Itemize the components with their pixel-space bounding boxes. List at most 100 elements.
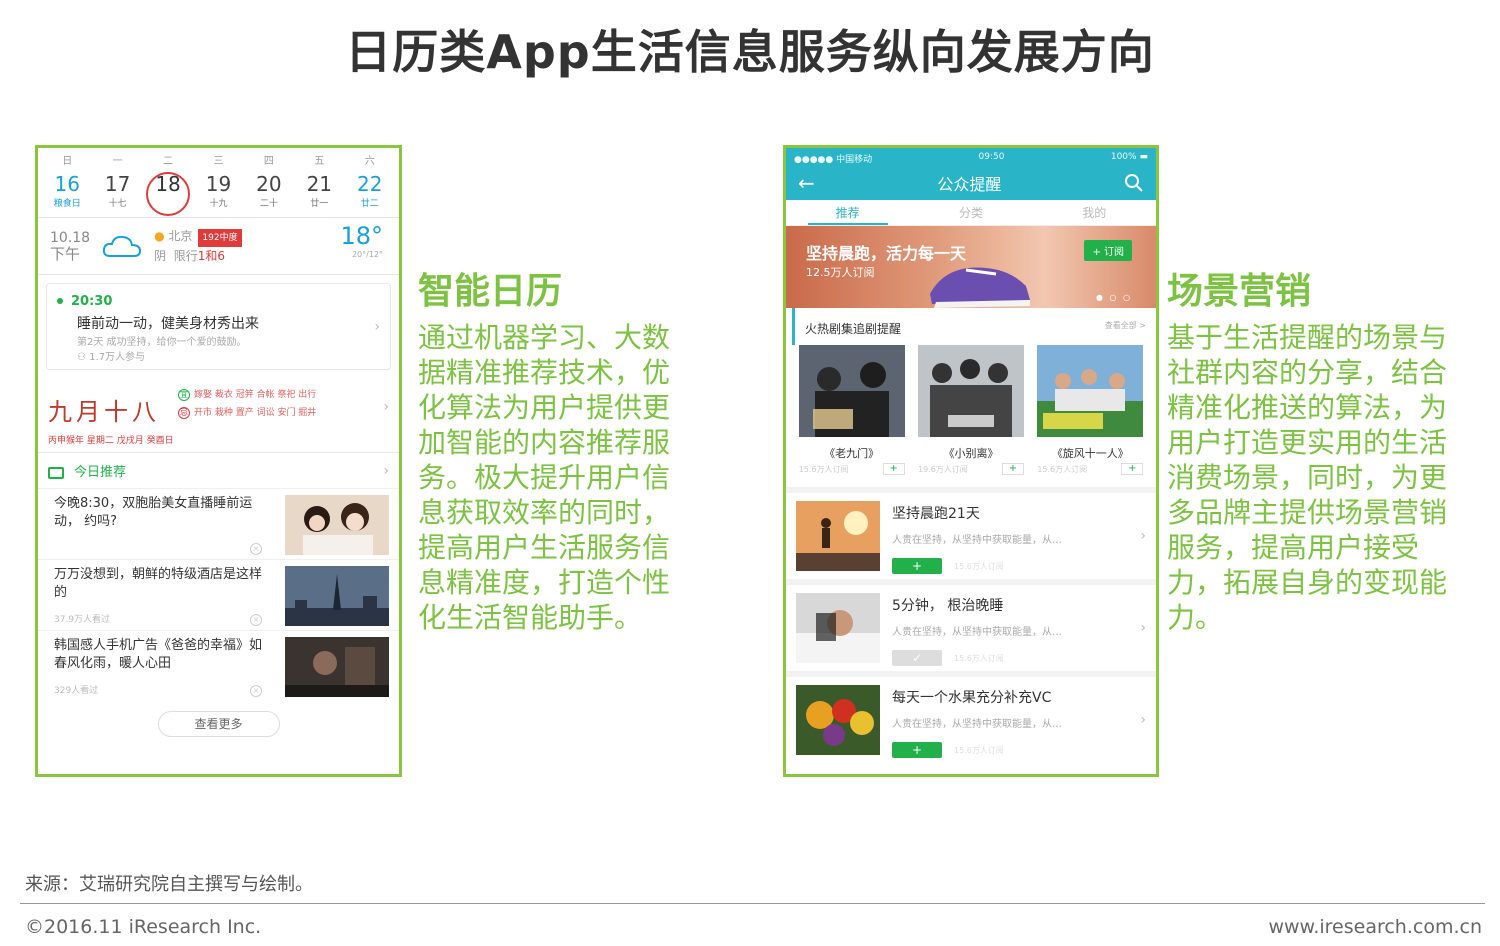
weekday-label: 六 — [364, 156, 375, 167]
carrier-label: ●●●●● 中国移动 — [794, 155, 873, 165]
calendar-day-today[interactable]: 二 18 — [146, 152, 191, 216]
feed-title: 坚持晨跑21天 — [892, 506, 980, 522]
poster-name: 《旋风十一人》 — [1051, 447, 1129, 460]
section-header: 火热剧集追剧提醒 查看全部 > — [792, 308, 1156, 345]
weekday-label: 四 — [263, 156, 274, 167]
back-arrow-icon[interactable]: ← — [798, 171, 815, 195]
weekday-label: 五 — [314, 156, 325, 167]
feed-image — [796, 593, 880, 663]
list-item[interactable]: 今晚8:30，双胞胎美女直播睡前运动， 约吗? × — [38, 488, 399, 559]
week-calendar-strip: 日 16 粮食日 一 17 十七 二 18 三 19 十九 四 20 二十 五 21 廿一 六 22 廿二 — [38, 148, 399, 216]
recommend-title: 万万没想到，朝鲜的特级酒店是这样的 — [54, 567, 263, 600]
subscribe-button[interactable]: + 订阅 — [1084, 240, 1132, 261]
chevron-right-icon: › — [1140, 620, 1146, 636]
tab-recommend[interactable]: 推荐 — [807, 200, 888, 225]
almanac-card[interactable]: 九月十八 宜嫁娶 裁衣 冠笄 合帐 祭祀 出行 忌开市 栽种 置产 词讼 安门 … — [38, 380, 399, 433]
recommend-title: 韩国感人手机广告《爸爸的幸福》如春风化雨，暖人心田 — [54, 638, 263, 671]
tab-mine[interactable]: 我的 — [1054, 200, 1134, 225]
list-item[interactable]: 韩国感人手机广告《爸爸的幸福》如春风化雨，暖人心田 329人看过 × — [38, 630, 399, 701]
subscribe-plus-button[interactable]: + — [892, 558, 942, 574]
recommend-count: 37.9万人看过 — [54, 615, 111, 625]
feed-count: 15.6万人订阅 — [954, 653, 1004, 663]
day-number: 17 — [104, 172, 131, 196]
drama-poster[interactable]: 《老九门》 15.6万人订阅 + — [798, 345, 905, 475]
nav-title: 公众提醒 — [937, 175, 1002, 194]
banner-subscribers: 12.5万人订阅 — [806, 266, 875, 279]
day-number: 19 — [205, 172, 232, 196]
status-dot — [57, 297, 63, 304]
restriction-label: 限行 — [173, 249, 198, 263]
reminder-time: 20:30 — [71, 294, 113, 309]
calendar-day[interactable]: 五 21 廿一 — [297, 152, 341, 209]
plus-icon[interactable]: + — [1001, 463, 1024, 475]
aqi-badge: 192中度 — [198, 229, 242, 247]
reminder-card[interactable]: 20:30 睡前动一动，健美身材秀出来 第2天 成功坚持，给你一个爱的鼓励。 ⚇… — [46, 283, 391, 370]
list-item[interactable]: 万万没想到，朝鲜的特级酒店是这样的 37.9万人看过 × — [38, 559, 399, 630]
weather-widget[interactable]: 10.18 下午 ● 北京 192中度 阴 限行1和6 18° 20°/12° — [38, 218, 399, 274]
recommend-title: 今晚8:30，双胞胎美女直播睡前运动， 约吗? — [54, 496, 253, 529]
drama-posters: 《老九门》 15.6万人订阅 + 《小别离》 19.6万人订阅 + 《旋风十一人》 … — [786, 345, 1156, 475]
ji-icon: 忌 — [178, 407, 190, 419]
tab-category[interactable]: 分类 — [931, 200, 1011, 225]
weather-temperature: 18° — [340, 222, 383, 250]
day-number: 21 — [306, 172, 333, 196]
feed-description: 人贵在坚持，从坚持中获取能量，从… — [892, 627, 1062, 638]
thumbnail-image — [285, 495, 389, 555]
status-time: 09:50 — [978, 152, 1005, 162]
today-ring — [146, 172, 191, 216]
subscribed-check-button[interactable]: ✓ — [892, 650, 942, 666]
calendar-day[interactable]: 日 16 粮食日 — [45, 152, 89, 209]
almanac-ji: 开市 栽种 置产 词讼 安门 掘井 — [194, 408, 317, 418]
chevron-right-icon: › — [383, 398, 389, 415]
divider — [38, 274, 399, 275]
weather-date: 10.18 — [50, 230, 91, 246]
section-title: 火热剧集追剧提醒 — [805, 322, 902, 336]
drama-poster[interactable]: 《旋风十一人》 15.6万人订阅 + — [1037, 345, 1144, 475]
close-icon[interactable]: × — [250, 614, 262, 626]
feed-description: 人贵在坚持，从坚持中获取能量，从… — [892, 535, 1062, 546]
calendar-day[interactable]: 三 19 十九 — [196, 152, 240, 209]
search-icon[interactable] — [1124, 173, 1144, 193]
reminder-feed-item[interactable]: 5分钟， 根治晚睡 人贵在坚持，从坚持中获取能量，从… ✓ 15.6万人订阅 › — [786, 579, 1156, 671]
chevron-right-icon: › — [374, 318, 380, 335]
calendar-day[interactable]: 六 22 廿二 — [348, 152, 392, 209]
recommend-header[interactable]: 今日推荐 › — [38, 453, 399, 488]
reminder-participants: 1.7万人参与 — [89, 352, 146, 363]
feed-image — [796, 501, 880, 571]
calendar-day[interactable]: 一 17 十七 — [96, 152, 140, 209]
ganzhi-date: 丙申猴年 星期二 戊戌月 癸酉日 — [48, 436, 174, 446]
battery-label: 100% — [1110, 152, 1137, 162]
website-link[interactable]: www.iresearch.com.cn — [1268, 916, 1482, 938]
subscribe-plus-button[interactable]: + — [892, 742, 942, 758]
status-bar: ●●●●● 中国移动 09:50 100% ▬ — [786, 148, 1156, 166]
feed-count: 15.6万人订阅 — [954, 561, 1004, 571]
feed-title: 每天一个水果充分补充VC — [892, 690, 1052, 706]
lunar-label: 粮食日 — [53, 199, 81, 209]
close-icon[interactable]: × — [250, 685, 262, 697]
reminder-feed-item[interactable]: 每天一个水果充分补充VC 人贵在坚持，从坚持中获取能量，从… +15.6万人订阅… — [786, 671, 1156, 763]
reminder-feed-item[interactable]: 坚持晨跑21天 人贵在坚持，从坚持中获取能量，从… +15.6万人订阅 › — [786, 487, 1156, 579]
feed-description: 人贵在坚持，从坚持中获取能量，从… — [892, 719, 1062, 730]
plus-icon[interactable]: + — [1121, 463, 1144, 475]
poster-count: 15.6万人订阅 — [798, 464, 849, 474]
plus-icon[interactable]: + — [882, 463, 905, 475]
view-all-link[interactable]: 查看全部 > — [1105, 320, 1146, 337]
carousel-dots: ● ○ ○ — [1095, 293, 1132, 302]
poster-image — [917, 345, 1024, 437]
poster-image — [1037, 345, 1144, 437]
weekday-label: 日 — [62, 156, 73, 167]
view-more-button[interactable]: 查看更多 — [157, 711, 280, 737]
calendar-day[interactable]: 四 20 二十 — [247, 152, 291, 209]
close-icon[interactable]: × — [250, 543, 262, 555]
drama-poster[interactable]: 《小别离》 19.6万人订阅 + — [917, 345, 1024, 475]
recommend-count: 329人看过 — [54, 686, 99, 696]
weather-city: 北京 — [168, 229, 193, 243]
tab-bar: 推荐 分类 我的 — [786, 200, 1156, 226]
source-note: 来源：艾瑞研究院自主撰写与绘制。 — [25, 874, 313, 895]
poster-name: 《小别离》 — [943, 447, 999, 460]
location-pin-icon: ● — [154, 229, 165, 243]
smart-calendar-body: 通过机器学习、大数据精准推荐技术，优化算法为用户提供更加智能的内容推荐服务。极大… — [418, 321, 671, 634]
banner-carousel[interactable]: 坚持晨跑，活力每一天 12.5万人订阅 + 订阅 ● ○ ○ — [786, 226, 1156, 308]
poster-count: 15.6万人订阅 — [1037, 464, 1088, 474]
lunar-date: 九月十八 — [48, 398, 160, 426]
